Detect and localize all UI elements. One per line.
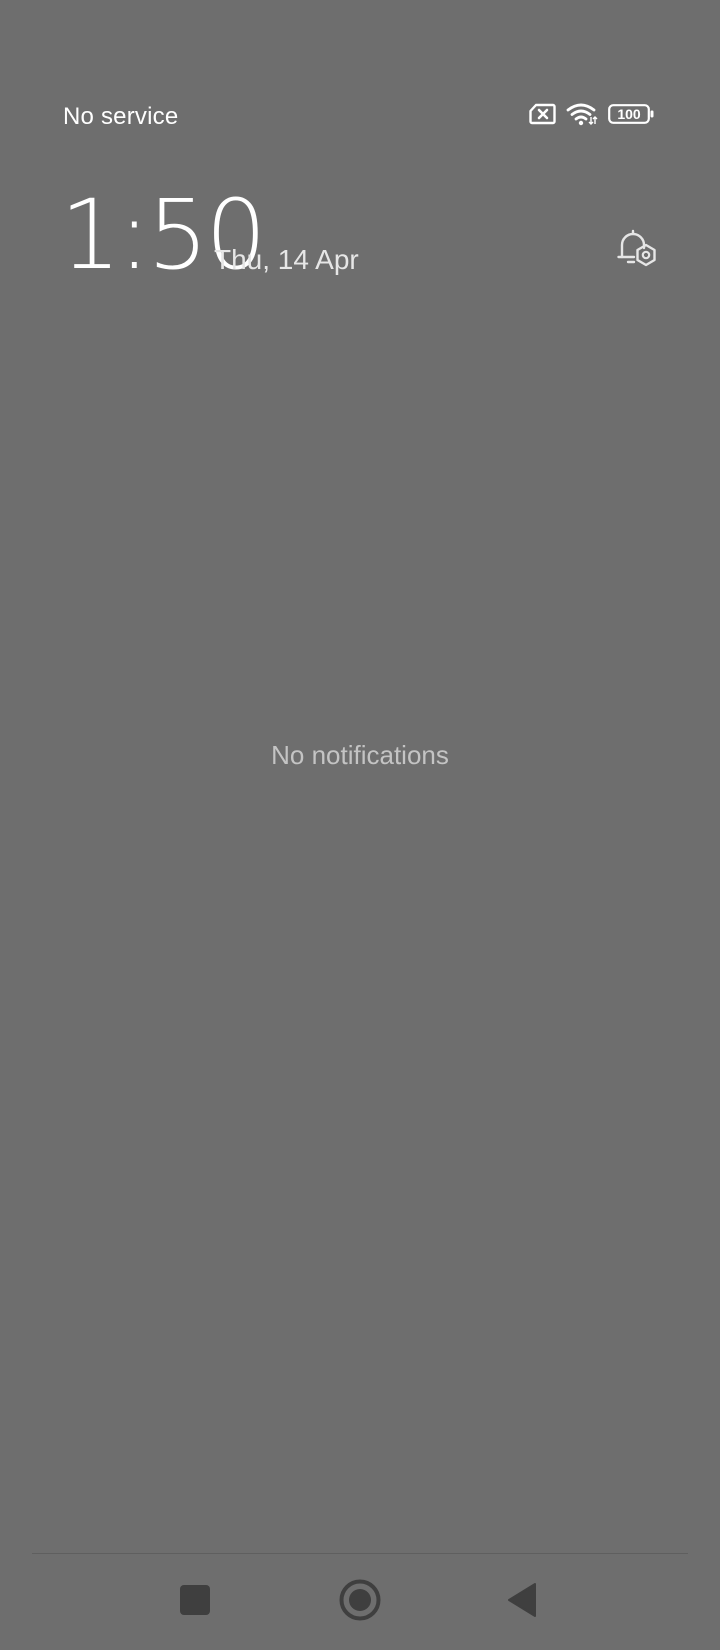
clock-date: Thu, 14 Apr [214,244,359,275]
back-icon [506,1582,538,1623]
no-sim-icon [528,103,556,125]
battery-icon: 100 [608,104,654,124]
status-bar: No service 100 [0,0,720,150]
recents-icon [179,1584,211,1621]
navigation-bar [0,1554,720,1650]
home-icon [338,1578,382,1627]
lockscreen-header: 1:50 Thu, 14 Apr [0,180,720,290]
home-button[interactable] [312,1554,408,1650]
status-icons: 100 [528,102,654,126]
wifi-icon [566,102,598,126]
back-button[interactable] [474,1554,570,1650]
empty-notifications-message: No notifications [271,740,449,770]
battery-level: 100 [617,106,641,122]
notification-settings-button[interactable] [614,226,660,272]
carrier-label: No service [63,103,179,130]
recents-button[interactable] [147,1554,243,1650]
notification-settings-icon [614,224,660,275]
